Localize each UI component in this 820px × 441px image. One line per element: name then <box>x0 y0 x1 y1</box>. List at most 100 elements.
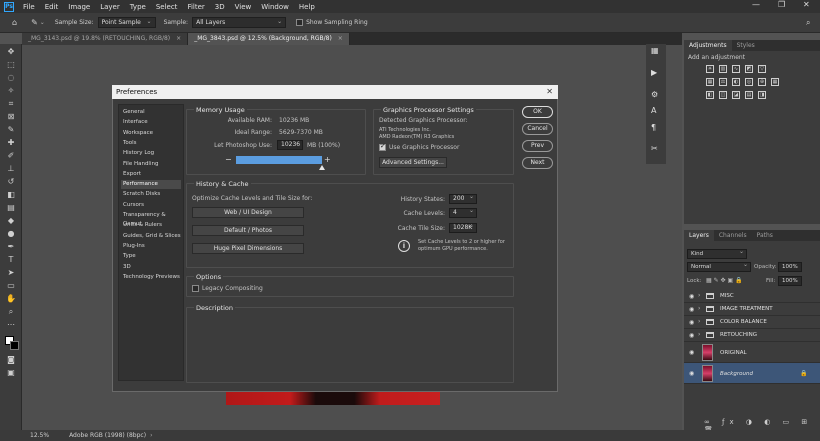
menu-view[interactable]: View <box>230 3 257 11</box>
menu-filter[interactable]: Filter <box>182 3 209 11</box>
sample-select[interactable]: All Layers <box>192 17 287 28</box>
memory-slider-handle[interactable] <box>319 165 325 170</box>
sampling-ring-checkbox[interactable] <box>296 19 304 26</box>
document-image[interactable] <box>226 392 440 405</box>
rectangle-tool-icon[interactable]: ▭ <box>6 282 16 290</box>
gradient-tool-icon[interactable]: ▤ <box>6 204 16 212</box>
background-color-swatch[interactable] <box>10 341 19 350</box>
nav-item-export[interactable]: Export <box>121 170 181 179</box>
nav-item-transparency-gamut[interactable]: Transparency & Gamut <box>121 211 181 227</box>
frame-tool-icon[interactable]: ⊠ <box>6 113 16 121</box>
cancel-button[interactable]: Cancel <box>522 123 553 135</box>
close-tab-icon[interactable]: × <box>176 35 181 42</box>
layer-image-treatment[interactable]: ◉ › IMAGE TREATMENT <box>684 303 820 316</box>
history-brush-icon[interactable]: ↺ <box>6 178 16 186</box>
hue-saturation-icon[interactable]: ▦ <box>706 78 714 86</box>
status-arrow-icon[interactable]: › <box>150 432 152 439</box>
prev-button[interactable]: Prev <box>522 140 553 152</box>
memory-amount-field[interactable]: 10236 <box>277 140 303 150</box>
photo-filter-icon[interactable]: ◎ <box>745 78 753 86</box>
nav-item-plug-ins[interactable]: Plug-Ins <box>121 242 181 251</box>
brightness-contrast-icon[interactable]: ☀ <box>706 65 714 73</box>
zoom-tool-icon[interactable]: ⌕ <box>6 308 16 316</box>
nav-item-3d[interactable]: 3D <box>121 263 181 272</box>
nav-item-guides-grid-slices[interactable]: Guides, Grid & Slices <box>121 232 181 241</box>
tab-styles[interactable]: Styles <box>732 40 760 51</box>
curves-icon[interactable]: ∿ <box>732 65 740 73</box>
memory-slider-track[interactable] <box>236 156 322 164</box>
nav-item-workspace[interactable]: Workspace <box>121 129 181 138</box>
search-icon[interactable]: ⌕ <box>806 18 810 28</box>
next-button[interactable]: Next <box>522 157 553 169</box>
quick-select-tool-icon[interactable]: ✧ <box>6 87 16 95</box>
tool-presets-icon[interactable]: ✂ <box>651 144 658 153</box>
history-states-field[interactable]: 200 <box>449 193 477 204</box>
layer-filter-select[interactable]: Kind <box>687 248 747 259</box>
menu-help[interactable]: Help <box>294 3 320 11</box>
close-window-icon[interactable]: ✕ <box>803 0 810 9</box>
healing-brush-icon[interactable]: ✚ <box>6 139 16 147</box>
eraser-tool-icon[interactable]: ◧ <box>6 191 16 199</box>
posterize-icon[interactable]: ◫ <box>719 91 727 99</box>
screen-mode-icon[interactable]: ▣ <box>6 369 16 377</box>
crop-tool-icon[interactable]: ⌗ <box>6 100 16 108</box>
brush-tool-icon[interactable]: ✐ <box>6 152 16 160</box>
exposure-icon[interactable]: ◩ <box>745 65 753 73</box>
nav-item-general[interactable]: General <box>121 108 181 117</box>
blur-tool-icon[interactable]: ◆ <box>6 217 16 225</box>
lasso-tool-icon[interactable]: ◌ <box>6 74 16 82</box>
levels-icon[interactable]: ▥ <box>719 65 727 73</box>
close-tab-icon[interactable]: × <box>338 35 343 42</box>
gradient-map-icon[interactable]: ▤ <box>745 91 753 99</box>
eye-icon[interactable]: ◉ <box>689 306 694 313</box>
web-ui-design-button[interactable]: Web / UI Design <box>192 207 304 218</box>
nav-item-interface[interactable]: Interface <box>121 118 181 127</box>
menu-3d[interactable]: 3D <box>210 3 230 11</box>
tab-adjustments[interactable]: Adjustments <box>684 40 732 51</box>
tab-layers[interactable]: Layers <box>684 230 714 241</box>
memory-increase-icon[interactable]: + <box>324 155 331 164</box>
eye-icon[interactable]: ◉ <box>689 370 694 377</box>
menu-edit[interactable]: Edit <box>40 3 64 11</box>
tab-mg-3143[interactable]: _MG_3143.psd @ 19.8% (RETOUCHING, RGB/8)… <box>22 33 189 45</box>
lock-options-icons[interactable]: ▦ ✎ ✥ ▣ 🔒 <box>706 277 743 284</box>
tab-mg-3843[interactable]: _MG_3843.psd @ 12.5% (Background, RGB/8)… <box>188 33 350 45</box>
close-dialog-icon[interactable]: ✕ <box>546 85 553 99</box>
properties-icon[interactable]: ⚙ <box>651 90 658 99</box>
eyedropper-icon[interactable]: ✎ <box>6 126 16 134</box>
selective-color-icon[interactable]: ◨ <box>758 91 766 99</box>
menu-layer[interactable]: Layer <box>95 3 125 11</box>
character-panel-icon[interactable]: A <box>651 106 656 115</box>
nav-item-history-log[interactable]: History Log <box>121 149 181 158</box>
tab-channels[interactable]: Channels <box>714 230 752 241</box>
chevron-right-icon[interactable]: › <box>698 305 700 312</box>
chevron-right-icon[interactable]: › <box>698 292 700 299</box>
sample-size-select[interactable]: Point Sample <box>97 17 156 28</box>
nav-item-performance[interactable]: Performance <box>121 180 181 190</box>
blend-mode-select[interactable]: Normal <box>687 261 751 272</box>
chevron-right-icon[interactable]: › <box>698 331 700 338</box>
cache-levels-field[interactable]: 4 <box>449 207 477 218</box>
menu-image[interactable]: Image <box>63 3 95 11</box>
quick-mask-icon[interactable]: ◙ <box>6 356 16 364</box>
nav-item-units-rulers[interactable]: Units & Rulers <box>121 221 181 230</box>
minimize-icon[interactable]: — <box>752 0 760 9</box>
more-tools-icon[interactable]: ⋯ <box>6 321 16 329</box>
eye-icon[interactable]: ◉ <box>689 349 694 356</box>
threshold-icon[interactable]: ◪ <box>732 91 740 99</box>
channel-mixer-icon[interactable]: ⊕ <box>758 78 766 86</box>
black-white-icon[interactable]: ◐ <box>732 78 740 86</box>
actions-play-icon[interactable]: ▶ <box>651 68 657 77</box>
home-icon[interactable]: ⌂ <box>12 18 17 27</box>
type-tool-icon[interactable]: T <box>6 256 16 264</box>
nav-item-type[interactable]: Type <box>121 252 181 261</box>
cache-tile-size-select[interactable]: 1028K <box>449 222 477 233</box>
eyedropper-tool-icon[interactable]: ✎ <box>31 18 38 27</box>
dodge-tool-icon[interactable]: ● <box>6 230 16 238</box>
hand-tool-icon[interactable]: ✋ <box>6 295 16 303</box>
chevron-right-icon[interactable]: › <box>698 318 700 325</box>
ok-button[interactable]: OK <box>522 106 553 118</box>
nav-item-cursors[interactable]: Cursors <box>121 201 181 210</box>
huge-pixel-dimensions-button[interactable]: Huge Pixel Dimensions <box>192 243 304 254</box>
nav-item-tools[interactable]: Tools <box>121 139 181 148</box>
